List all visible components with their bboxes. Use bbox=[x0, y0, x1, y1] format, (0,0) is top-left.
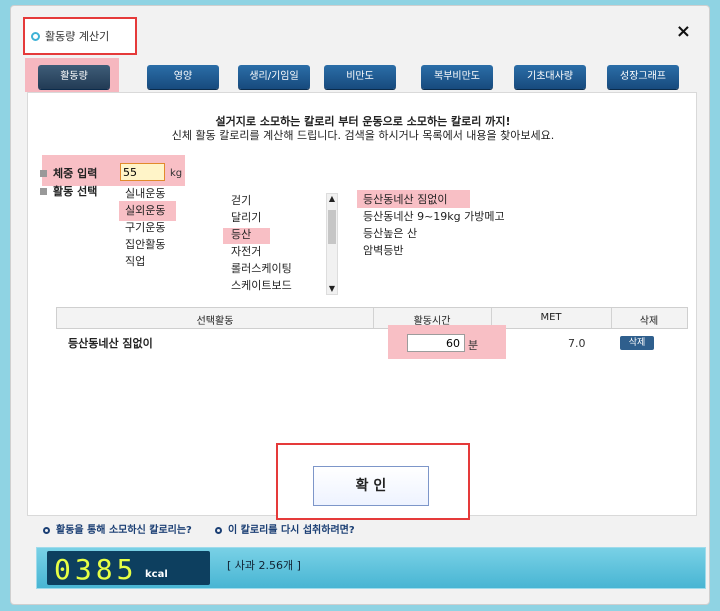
tab-activity[interactable]: 활동량 bbox=[38, 65, 110, 89]
tab-growth-graph[interactable]: 성장그래프 bbox=[607, 65, 679, 89]
bullet-icon bbox=[40, 169, 47, 177]
detail-item[interactable]: 등산동네산 9~19kg 가방메고 bbox=[362, 208, 505, 225]
consumed-calories-link[interactable]: 활동을 통해 소모하신 칼로리는? bbox=[43, 521, 192, 536]
tab-nutrition[interactable]: 영양 bbox=[147, 65, 219, 89]
bullet-icon bbox=[40, 187, 47, 195]
tab-menstrual[interactable]: 생리/기임일 bbox=[238, 65, 310, 89]
delete-button[interactable]: 삭제 bbox=[620, 336, 654, 350]
intro-line-1: 설거지로 소모하는 칼로리 부터 운동으로 소모하는 칼로리 까지! bbox=[215, 115, 511, 128]
sub-activity-item[interactable]: 자전거 bbox=[230, 243, 292, 260]
sub-activity-item[interactable]: 스케이트보드 bbox=[230, 277, 292, 294]
reintake-calories-link[interactable]: 이 칼로리를 다시 섭취하려면? bbox=[215, 521, 355, 536]
header-met: MET bbox=[540, 312, 562, 323]
sub-activity-item[interactable]: 롤러스케이팅 bbox=[230, 260, 292, 277]
selected-activity-table-header: 선택활동 활동시간 MET 삭제 bbox=[56, 307, 688, 329]
category-list: 실내운동 실외운동 구기운동 집안활동 직업 bbox=[124, 185, 165, 270]
kcal-unit: kcal bbox=[145, 569, 168, 580]
category-item[interactable]: 직업 bbox=[124, 253, 165, 270]
circle-icon bbox=[31, 31, 40, 41]
scroll-down-icon[interactable]: ▼ bbox=[327, 284, 337, 294]
tab-bar: 활동량 영양 생리/기임일 비만도 복부비만도 기초대사량 성장그래프 bbox=[25, 58, 705, 92]
circle-icon bbox=[43, 526, 50, 534]
header-delete: 삭제 bbox=[639, 316, 659, 327]
sub-activity-item[interactable]: 등산 bbox=[230, 226, 292, 243]
category-item[interactable]: 구기운동 bbox=[124, 219, 165, 236]
selected-activity-name: 등산동네산 짐없이 bbox=[68, 337, 153, 350]
detail-item[interactable]: 등산동네산 짐없이 bbox=[362, 191, 505, 208]
header-selected-activity: 선택활동 bbox=[196, 316, 234, 327]
weight-label: 체중 입력 bbox=[40, 165, 97, 181]
intro-line-2: 신체 활동 칼로리를 계산해 드립니다. 검색을 하시거나 목록에서 내용을 찾… bbox=[171, 129, 555, 142]
kcal-value: 0385 bbox=[54, 553, 138, 586]
kcal-display: 0385 kcal bbox=[47, 551, 210, 586]
category-item[interactable]: 실외운동 bbox=[124, 202, 165, 219]
activity-time-input[interactable] bbox=[407, 334, 465, 352]
sub-activity-item[interactable]: 걷기 bbox=[230, 192, 292, 209]
detail-item[interactable]: 암벽등반 bbox=[362, 242, 505, 259]
weight-input[interactable] bbox=[120, 163, 165, 181]
circle-icon bbox=[215, 526, 222, 534]
result-bar: 0385 kcal [ 사과 2.56개 ] bbox=[36, 547, 706, 589]
category-item[interactable]: 실내운동 bbox=[124, 185, 165, 202]
tab-basal-metabolism[interactable]: 기초대사량 bbox=[514, 65, 586, 89]
intro-text: 설거지로 소모하는 칼로리 부터 운동으로 소모하는 칼로리 까지! 신체 활동… bbox=[28, 115, 698, 143]
calculator-window: 활동량 계산기 × 활동량 영양 생리/기임일 비만도 복부비만도 기초대사량 … bbox=[10, 5, 710, 605]
window-titlebar: 활동량 계산기 bbox=[23, 17, 137, 55]
tab-abdominal-obesity[interactable]: 복부비만도 bbox=[421, 65, 493, 89]
sub-activity-item[interactable]: 달리기 bbox=[230, 209, 292, 226]
confirm-button[interactable]: 확 인 bbox=[313, 466, 429, 506]
time-unit: 분 bbox=[468, 339, 479, 352]
window-title: 활동량 계산기 bbox=[45, 30, 110, 43]
detail-list: 등산동네산 짐없이 등산동네산 9~19kg 가방메고 등산높은 산 암벽등반 bbox=[362, 191, 505, 259]
met-value: 7.0 bbox=[568, 337, 586, 350]
weight-unit: kg bbox=[170, 168, 183, 179]
tab-obesity[interactable]: 비만도 bbox=[324, 65, 396, 89]
food-equivalent: [ 사과 2.56개 ] bbox=[227, 559, 301, 572]
detail-item[interactable]: 등산높은 산 bbox=[362, 225, 505, 242]
activity-select-label: 활동 선택 bbox=[40, 183, 97, 199]
sub-activity-list: 걷기 달리기 등산 자전거 롤러스케이팅 스케이트보드 bbox=[230, 192, 292, 294]
category-item[interactable]: 집안활동 bbox=[124, 236, 165, 253]
sub-list-scrollbar[interactable]: ▲ ▼ bbox=[326, 193, 338, 295]
scroll-thumb[interactable] bbox=[328, 210, 336, 244]
close-icon[interactable]: × bbox=[676, 21, 691, 42]
scroll-up-icon[interactable]: ▲ bbox=[327, 194, 337, 204]
